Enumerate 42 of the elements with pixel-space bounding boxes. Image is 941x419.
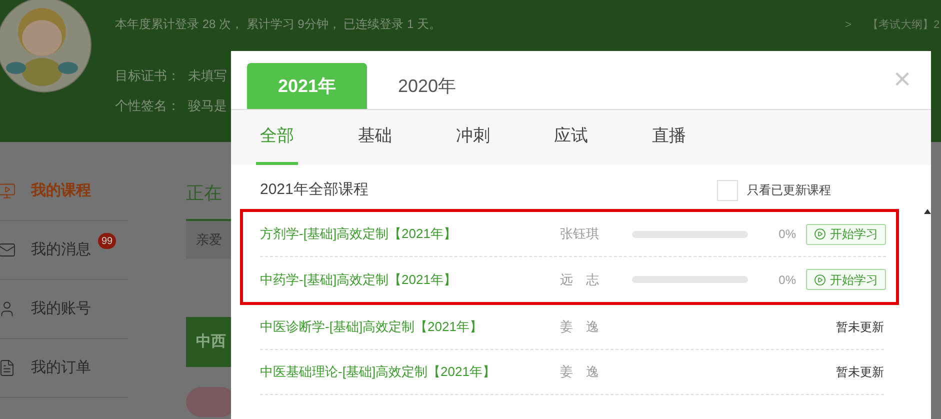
course-title[interactable]: 中医基础理论-[基础]高效定制【2021年】 <box>260 362 560 382</box>
category-tab[interactable]: 全部 <box>256 110 298 165</box>
arrow-glyph: > <box>845 18 852 33</box>
category-tab[interactable]: 基础 <box>354 110 396 165</box>
mail-icon <box>0 241 16 259</box>
filter-checkbox[interactable] <box>717 180 738 200</box>
course-title[interactable]: 方剂学-[基础]高效定制【2021年】 <box>260 224 560 244</box>
year-tab[interactable]: 2020年 <box>367 63 487 109</box>
sidebar-item[interactable]: 我的账号 <box>0 280 128 339</box>
update-status: 暂未更新 <box>836 319 884 336</box>
teacher-name: 张钰琪 <box>560 225 600 244</box>
section-title: 正在 <box>186 182 223 205</box>
filter-label: 只看已更新课程 <box>747 182 831 199</box>
progress-percent: 0% <box>778 272 797 288</box>
play-icon <box>814 274 826 286</box>
category-tab[interactable]: 冲刺 <box>452 110 494 165</box>
teacher-name: 姜 逸 <box>560 363 600 382</box>
start-study-button[interactable]: 开始学习 <box>806 224 886 244</box>
play-icon <box>814 228 826 240</box>
signature-value: 骏马是 <box>188 96 227 114</box>
news-link[interactable]: 【考试大纲】2 <box>867 17 940 34</box>
update-status: 暂未更新 <box>836 364 884 381</box>
signature-label: 个性签名： <box>115 96 180 114</box>
year-tab[interactable]: 2021年 <box>247 63 367 109</box>
monitor-icon <box>0 182 16 200</box>
teacher-name: 远 志 <box>560 270 600 289</box>
course-title[interactable]: 中医诊断学-[基础]高效定制【2021年】 <box>260 317 560 337</box>
sidebar-item[interactable]: 我的消息 99 <box>0 221 128 280</box>
category-tab[interactable]: 直播 <box>648 110 690 165</box>
start-study-button[interactable]: 开始学习 <box>806 269 886 290</box>
category-tab[interactable]: 应试 <box>550 110 592 165</box>
document-icon <box>0 359 16 377</box>
target-value: 未填写 <box>188 67 227 85</box>
sidebar-item[interactable]: 我的订单 <box>0 339 128 398</box>
progress-percent: 0% <box>778 226 797 243</box>
target-label: 目标证书： <box>115 67 180 85</box>
login-stats: 本年度累计登录 28 次， 累计学习 9分钟， 已连续登录 1 天。 <box>115 16 442 33</box>
teacher-name: 姜 逸 <box>560 318 600 336</box>
course-title[interactable]: 中药学-[基础]高效定制【2021年】 <box>260 270 560 290</box>
count-badge: 99 <box>98 233 116 249</box>
scroll-up-icon[interactable] <box>924 209 931 214</box>
list-title: 2021年全部课程 <box>260 180 368 200</box>
